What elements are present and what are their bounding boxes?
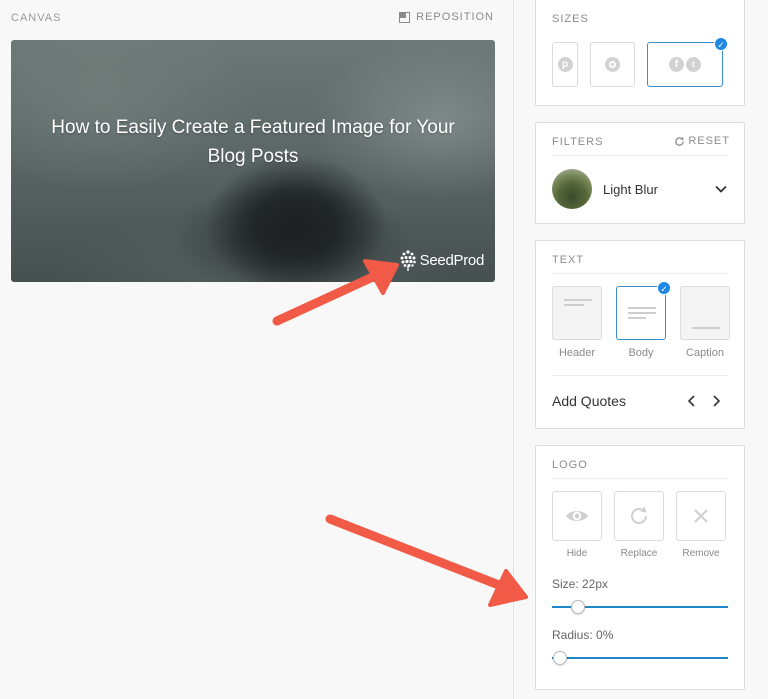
tile-line [564, 299, 592, 301]
selected-check-icon: ✓ [657, 281, 671, 295]
reset-icon [675, 136, 685, 146]
canvas-heading: CANVAS [11, 12, 62, 24]
chevron-right-icon [713, 395, 721, 407]
radius-slider[interactable] [552, 651, 728, 665]
eye-icon [566, 511, 588, 521]
logo-panel: LOGO Hide Replace Remove Size: 22px Radi… [535, 445, 745, 690]
logo-heading: LOGO [552, 459, 588, 471]
close-icon [694, 509, 708, 523]
size-slider-label: Size: 22px [552, 577, 609, 591]
logo-replace-button[interactable] [614, 491, 664, 541]
divider [552, 155, 728, 156]
size-instagram-button[interactable] [590, 42, 635, 87]
logo-remove-label: Remove [682, 548, 720, 559]
chevron-left-icon [687, 395, 695, 407]
seedprod-leaf-icon [400, 250, 416, 271]
tile-line [628, 317, 646, 319]
size-slider[interactable] [552, 600, 728, 614]
instagram-icon [605, 57, 620, 72]
quotes-prev-button[interactable] [680, 389, 704, 413]
logo-hide-button[interactable] [552, 491, 602, 541]
divider [552, 273, 728, 274]
tile-line [692, 327, 720, 329]
logo-hide-label: Hide [566, 548, 588, 559]
text-heading: TEXT [552, 254, 585, 266]
selected-check-icon: ✓ [714, 37, 728, 51]
tile-line [628, 307, 656, 309]
text-style-header-label: Header [558, 347, 596, 359]
text-panel: TEXT Header ✓ Body Caption Add Quotes [535, 240, 745, 429]
sizes-panel: SIZES p f t ✓ [535, 0, 745, 106]
reposition-button[interactable]: REPOSITION [399, 11, 494, 23]
chevron-down-icon [715, 185, 727, 193]
logo-text: SeedProd [419, 251, 485, 269]
filters-panel: FILTERS RESET Light Blur [535, 122, 745, 224]
tile-line [564, 304, 584, 306]
seedprod-logo[interactable]: SeedProd [399, 249, 484, 271]
radius-slider-handle[interactable] [552, 651, 567, 665]
size-facebook-twitter-button[interactable]: f t ✓ [647, 37, 728, 87]
size-slider-handle[interactable] [571, 600, 586, 614]
add-quotes-row: Add Quotes [552, 376, 728, 426]
refresh-icon [631, 506, 647, 524]
reset-label: RESET [688, 135, 730, 147]
text-style-caption-label: Caption [686, 347, 724, 359]
logo-remove-button[interactable] [676, 491, 726, 541]
reposition-icon [399, 11, 411, 23]
quotes-next-button[interactable] [704, 389, 728, 413]
divider [552, 478, 728, 479]
filter-select[interactable]: Light Blur [552, 167, 728, 211]
add-quotes-label: Add Quotes [552, 393, 626, 409]
image-title: How to Easily Create a Featured Image fo… [51, 117, 455, 167]
size-pinterest-button[interactable]: p [552, 42, 578, 87]
text-style-caption[interactable] [680, 286, 730, 340]
radius-slider-label: Radius: 0% [552, 628, 614, 642]
radius-slider-track [552, 657, 728, 659]
text-style-header[interactable] [552, 286, 602, 340]
canvas-area: CANVAS REPOSITION How to Easily Create a… [0, 0, 514, 699]
filter-selected-label: Light Blur [603, 181, 658, 197]
sizes-heading: SIZES [552, 13, 589, 25]
tile-line [628, 312, 656, 314]
logo-replace-label: Replace [620, 548, 658, 559]
pinterest-icon: p [557, 57, 573, 72]
text-style-body-label: Body [628, 347, 654, 359]
reposition-label: REPOSITION [416, 11, 494, 23]
featured-image-preview[interactable]: How to Easily Create a Featured Image fo… [11, 40, 495, 282]
facebook-icon: f [669, 57, 684, 72]
text-style-body[interactable]: ✓ [616, 281, 671, 340]
filter-thumbnail [552, 169, 592, 209]
filters-reset-button[interactable]: RESET [674, 135, 730, 147]
filters-heading: FILTERS [552, 136, 604, 148]
twitter-icon: t [686, 57, 701, 72]
